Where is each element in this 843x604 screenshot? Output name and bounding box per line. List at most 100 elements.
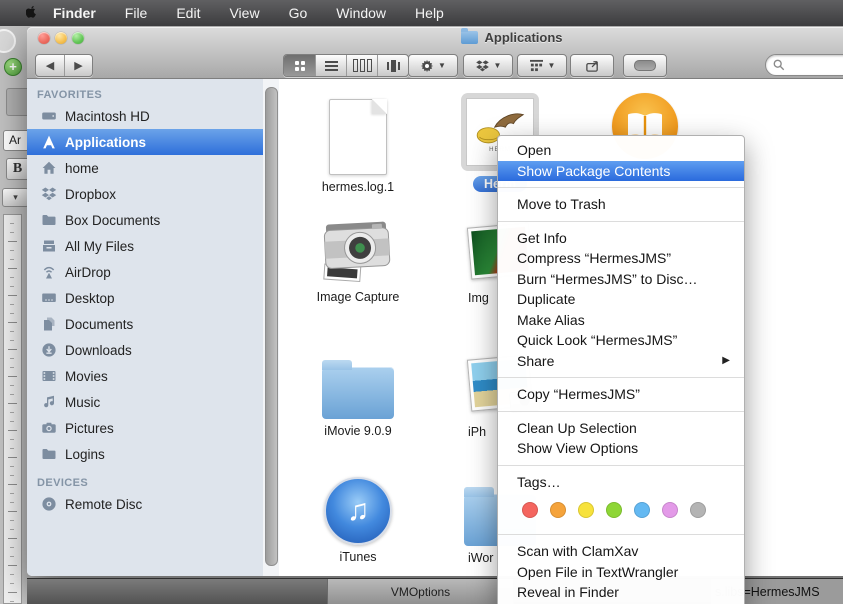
menubar-item-file[interactable]: File — [121, 5, 152, 21]
menu-item-duplicate[interactable]: Duplicate — [498, 289, 744, 310]
all-my-files-icon — [40, 238, 58, 254]
menubar-item-view[interactable]: View — [225, 5, 263, 21]
sidebar-item-label: home — [65, 161, 99, 176]
toolbar-circle-icon — [0, 29, 16, 53]
menu-item-copy[interactable]: Copy “HermesJMS” — [498, 384, 744, 405]
window-title-text: Applications — [484, 30, 562, 45]
sidebar-item-applications[interactable]: Applications — [27, 129, 263, 155]
tag-orange[interactable] — [550, 502, 566, 518]
sidebar-item-pictures[interactable]: Pictures — [27, 415, 263, 441]
file-hermes-log[interactable]: hermes.log.1 — [298, 99, 418, 194]
search-input[interactable] — [785, 57, 843, 73]
coverflow-view-button[interactable] — [377, 55, 408, 76]
action-menu-button[interactable]: ▼ — [408, 54, 458, 77]
sidebar-item-documents[interactable]: Documents — [27, 311, 263, 337]
tag-green[interactable] — [606, 502, 622, 518]
itunes-app-icon: ♫ — [324, 477, 392, 545]
menu-item-open-file-in-textwrangler[interactable]: Open File in TextWrangler — [498, 562, 744, 583]
dropdown-arrow-icon: ▼ — [548, 61, 556, 70]
column-view-button[interactable] — [346, 55, 377, 76]
menubar-item-go[interactable]: Go — [285, 5, 312, 21]
sidebar-item-downloads[interactable]: Downloads — [27, 337, 263, 363]
file-label: iPh — [468, 425, 486, 439]
sidebar-item-remote-disc[interactable]: Remote Disc — [27, 491, 263, 517]
menubar-item-finder[interactable]: Finder — [49, 5, 100, 21]
menu-item-quick-look[interactable]: Quick Look “HermesJMS” — [498, 330, 744, 351]
sidebar-item-home[interactable]: home — [27, 155, 263, 181]
tag-yellow[interactable] — [578, 502, 594, 518]
icon-view-button[interactable] — [284, 55, 315, 76]
apple-icon — [26, 5, 39, 21]
menu-item-tags[interactable]: Tags… — [498, 472, 744, 493]
back-button[interactable]: ◀ — [36, 55, 64, 76]
sidebar-item-dropbox[interactable]: Dropbox — [27, 181, 263, 207]
camera-app-icon — [318, 213, 398, 292]
folder-proxy-icon[interactable] — [461, 31, 478, 44]
sidebar-header-favorites: FAVORITES — [37, 89, 263, 101]
menu-item-compress[interactable]: Compress “HermesJMS” — [498, 248, 744, 269]
share-button[interactable] — [570, 54, 614, 77]
sidebar-item-airdrop[interactable]: AirDrop — [27, 259, 263, 285]
bold-button[interactable]: B — [6, 158, 28, 180]
menu-item-get-info[interactable]: Get Info — [498, 228, 744, 249]
tag-purple[interactable] — [662, 502, 678, 518]
sidebar-item-label: Applications — [65, 135, 146, 150]
sidebar-item-macintosh-hd[interactable]: Macintosh HD — [27, 103, 263, 129]
menu-tag-color-row — [498, 492, 744, 528]
sidebar-item-label: Pictures — [65, 421, 114, 436]
context-menu: Open Show Package Contents Move to Trash… — [497, 135, 745, 604]
add-icon[interactable]: + — [4, 58, 22, 76]
folder-imovie[interactable]: iMovie 9.0.9 — [298, 351, 418, 438]
menu-separator — [498, 377, 744, 378]
menu-item-scan-with-clamxav[interactable]: Scan with ClamXav — [498, 541, 744, 562]
blue-folder-icon — [322, 367, 394, 419]
menu-item-move-to-trash[interactable]: Move to Trash — [498, 194, 744, 215]
list-view-button[interactable] — [315, 55, 346, 76]
menubar-item-window[interactable]: Window — [332, 5, 390, 21]
dropdown-arrow-icon: ▼ — [494, 61, 502, 70]
menu-item-show-view-options[interactable]: Show View Options — [498, 438, 744, 459]
tag-red[interactable] — [522, 502, 538, 518]
pill-icon — [634, 60, 656, 71]
sidebar-item-music[interactable]: Music — [27, 389, 263, 415]
grid-view-icon — [295, 61, 305, 71]
sidebar-item-all-my-files[interactable]: All My Files — [27, 233, 263, 259]
app-image-capture[interactable]: Image Capture — [298, 213, 418, 304]
menu-separator — [498, 411, 744, 412]
menu-item-open[interactable]: Open — [498, 140, 744, 161]
apple-menu[interactable] — [26, 5, 39, 21]
menu-bar: Finder File Edit View Go Window Help — [0, 0, 843, 26]
menu-item-burn[interactable]: Burn “HermesJMS” to Disc… — [498, 269, 744, 290]
app-itunes[interactable]: ♫ iTunes — [298, 477, 418, 564]
sidebar-item-logins[interactable]: Logins — [27, 441, 263, 467]
menu-item-reveal-in-finder[interactable]: Reveal in Finder — [498, 582, 744, 603]
sidebar-item-label: Macintosh HD — [65, 109, 150, 124]
disc-icon — [40, 496, 58, 512]
menu-item-share[interactable]: Share▶ — [498, 351, 744, 372]
menu-separator — [498, 465, 744, 466]
menu-item-make-alias[interactable]: Make Alias — [498, 310, 744, 331]
tag-blue[interactable] — [634, 502, 650, 518]
indent-menu-button[interactable]: ▾ — [2, 188, 29, 207]
document-tab-vmoptions[interactable]: VMOptions — [327, 579, 514, 604]
sidebar-item-movies[interactable]: Movies — [27, 363, 263, 389]
folder-icon — [40, 446, 58, 462]
menubar-item-help[interactable]: Help — [411, 5, 448, 21]
sidebar-item-desktop[interactable]: Desktop — [27, 285, 263, 311]
menu-item-show-package-contents[interactable]: Show Package Contents — [498, 161, 744, 182]
sidebar-item-label: All My Files — [65, 239, 134, 254]
tag-gray[interactable] — [690, 502, 706, 518]
dropbox-menu-button[interactable]: ▼ — [463, 54, 513, 77]
search-field[interactable] — [765, 54, 843, 76]
tags-pill-button[interactable] — [623, 54, 667, 77]
sidebar-item-box-documents[interactable]: Box Documents — [27, 207, 263, 233]
document-icon — [329, 99, 387, 175]
scrollbar-thumb[interactable] — [265, 87, 278, 566]
menu-item-clean-up-selection[interactable]: Clean Up Selection — [498, 418, 744, 439]
arrange-menu-button[interactable]: ▼ — [517, 54, 567, 77]
downloads-icon — [40, 342, 58, 358]
forward-button[interactable]: ▶ — [64, 55, 92, 76]
arrange-icon — [529, 59, 544, 72]
documents-icon — [40, 316, 58, 332]
menubar-item-edit[interactable]: Edit — [172, 5, 204, 21]
